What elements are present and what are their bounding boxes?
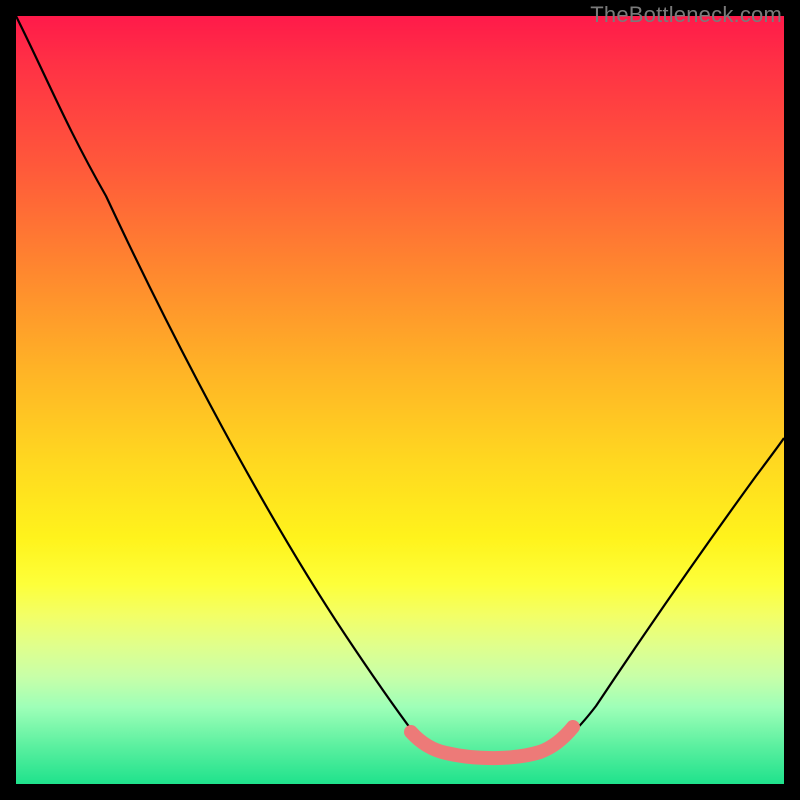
chart-frame (16, 16, 784, 784)
sweet-spot-highlight (411, 727, 573, 758)
chart-svg (16, 16, 784, 784)
bottleneck-curve (16, 16, 784, 760)
watermark-text: TheBottleneck.com (590, 2, 782, 28)
